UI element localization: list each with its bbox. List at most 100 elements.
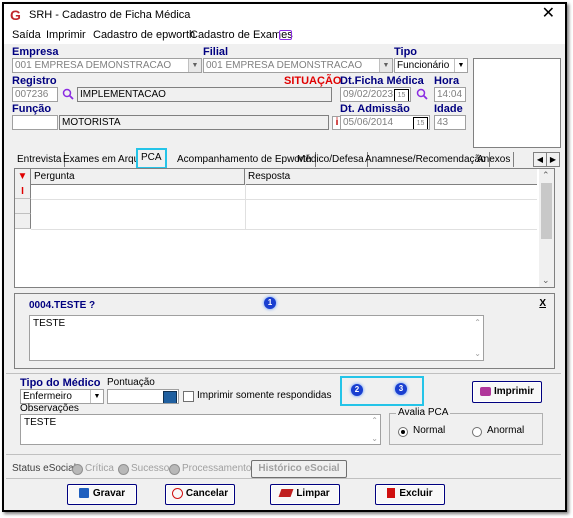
scroll-up-icon[interactable]: ⌃ xyxy=(371,416,378,425)
tab-scroll-right-icon[interactable]: ▶ xyxy=(546,152,560,167)
title-bar: G SRH - Cadastro de Ficha Médica ✕ xyxy=(4,4,565,26)
menu-imprimir[interactable]: Imprimir xyxy=(46,29,86,41)
calculator-icon[interactable] xyxy=(163,391,177,403)
badge-2: 2 xyxy=(351,384,363,396)
answer-memo[interactable]: TESTE ⌃ ⌄ xyxy=(29,315,484,361)
pontuacao-field[interactable] xyxy=(107,389,179,404)
imprimir-button[interactable]: Imprimir xyxy=(472,381,542,403)
questions-grid[interactable]: ▼ Pergunta Resposta I ⌃ ⌄ xyxy=(14,168,555,288)
scroll-up-icon[interactable]: ⌃ xyxy=(542,170,550,181)
normal-label: Normal xyxy=(413,425,446,436)
grid-row-divider xyxy=(31,229,537,230)
dt-admissao-field[interactable]: 05/06/2014 15 xyxy=(340,115,430,130)
limpar-button[interactable]: Limpar xyxy=(270,484,340,505)
empresa-select[interactable]: 001 EMPRESA DEMONSTRACAO ▼ xyxy=(12,58,202,73)
tab-anexos[interactable]: Anexos xyxy=(474,152,515,167)
menu-cadastro-exames[interactable]: Cadastro de Exames xyxy=(190,29,293,41)
grid-scrollbar[interactable]: ⌃ ⌄ xyxy=(539,169,554,287)
divider xyxy=(6,373,561,374)
excluir-button[interactable]: Excluir xyxy=(375,484,445,505)
funcao-field[interactable]: MOTORISTA xyxy=(59,115,329,130)
badge-1: 1 xyxy=(264,297,276,309)
critica-label: Crítica xyxy=(85,463,114,474)
tipo-medico-select[interactable]: Enfermeiro ▼ xyxy=(20,389,104,404)
tab-pca[interactable]: PCA xyxy=(136,148,167,169)
cancel-icon xyxy=(171,487,183,499)
close-panel-button[interactable]: X xyxy=(539,298,546,309)
save-icon xyxy=(78,488,89,499)
close-window-button[interactable]: ✕ xyxy=(542,6,555,22)
tab-medico-defesa[interactable]: Médico/Defesa xyxy=(294,152,368,167)
question-panel: 0004.TESTE ? X TESTE ⌃ ⌄ xyxy=(14,293,555,369)
tipo-select[interactable]: Funcionário ▼ xyxy=(394,58,468,73)
menu-bar: Saída Imprimir Cadastro de epworth Cadas… xyxy=(4,26,565,44)
anormal-radio[interactable] xyxy=(472,427,482,437)
sucesso-label: Sucesso xyxy=(131,463,170,474)
imprimir-respondidas-label: Imprimir somente respondidas xyxy=(197,390,332,401)
grid-row-divider xyxy=(31,199,537,200)
registro-label: Registro xyxy=(12,75,57,87)
app-logo-icon: G xyxy=(10,7,21,23)
anormal-label: Anormal xyxy=(487,425,525,436)
calendar-icon[interactable]: 15 xyxy=(413,117,428,129)
pontuacao-label: Pontuação xyxy=(107,377,155,388)
processamento-radio xyxy=(169,464,180,475)
chevron-down-icon[interactable]: ▼ xyxy=(188,59,201,72)
filial-label: Filial xyxy=(203,46,229,58)
tab-anamnese[interactable]: Anamnese/Recomendação xyxy=(362,152,490,167)
registro-field[interactable]: 007236 xyxy=(12,87,58,102)
tab-bar: Entrevista Exames em Arquivo PCA Acompan… xyxy=(14,148,560,169)
menu-cadastro-epworth[interactable]: Cadastro de epworth xyxy=(93,29,195,41)
sucesso-radio xyxy=(118,464,129,475)
col-resposta[interactable]: Resposta xyxy=(245,169,537,184)
eraser-icon xyxy=(278,489,294,498)
status-esocial-bar: Status eSocial: Crítica Sucesso Processa… xyxy=(4,459,565,479)
grid-col-divider xyxy=(245,184,246,229)
hora-field[interactable]: 14:04 xyxy=(434,87,466,102)
tipo-medico-label: Tipo do Médico xyxy=(20,377,101,389)
idade-field[interactable]: 43 xyxy=(434,115,466,130)
hora-label: Hora xyxy=(434,75,460,87)
search-icon[interactable] xyxy=(62,88,74,100)
printer-icon xyxy=(479,386,491,396)
funcao-code-field[interactable] xyxy=(12,115,58,130)
scroll-up-icon[interactable]: ⌃ xyxy=(474,318,481,327)
processamento-label: Processamento xyxy=(182,463,252,474)
funcao-label: Função xyxy=(12,103,52,115)
critica-radio xyxy=(72,464,83,475)
filial-select[interactable]: 001 EMPRESA DEMONSTRACAO ▼ xyxy=(203,58,393,73)
chat-icon[interactable] xyxy=(279,30,292,40)
scroll-thumb[interactable] xyxy=(541,183,552,239)
tab-entrevista[interactable]: Entrevista xyxy=(14,152,66,167)
normal-radio[interactable] xyxy=(398,427,408,437)
chevron-down-icon[interactable]: ▼ xyxy=(90,390,103,403)
trash-icon xyxy=(387,488,396,499)
main-window: G SRH - Cadastro de Ficha Médica ✕ Saída… xyxy=(2,2,567,512)
calendar-icon[interactable]: 15 xyxy=(394,89,409,101)
gravar-button[interactable]: Gravar xyxy=(67,484,137,505)
question-title: 0004.TESTE ? xyxy=(29,300,96,311)
nome-field[interactable]: IMPLEMENTACAO xyxy=(77,87,332,102)
sort-arrow-icon[interactable]: ▼ xyxy=(15,169,31,184)
observacoes-memo[interactable]: TESTE ⌃ ⌄ xyxy=(20,414,381,445)
dt-ficha-field[interactable]: 09/02/2023 15 xyxy=(340,87,411,102)
col-pergunta[interactable]: Pergunta xyxy=(31,169,245,184)
search-icon[interactable] xyxy=(416,88,428,100)
chevron-down-icon[interactable]: ▼ xyxy=(379,59,392,72)
historico-esocial-button[interactable]: Histórico eSocial xyxy=(251,460,347,478)
divider xyxy=(6,478,561,479)
observacoes-label: Observações xyxy=(20,403,79,414)
status-esocial-label: Status eSocial: xyxy=(12,463,79,474)
scroll-down-icon[interactable]: ⌄ xyxy=(474,349,481,358)
cancelar-button[interactable]: Cancelar xyxy=(165,484,235,505)
scroll-down-icon[interactable]: ⌄ xyxy=(371,434,378,443)
row-indicator-icon: I xyxy=(15,184,31,199)
scroll-down-icon[interactable]: ⌄ xyxy=(542,275,550,286)
chevron-down-icon[interactable]: ▼ xyxy=(454,59,467,72)
window-title: SRH - Cadastro de Ficha Médica xyxy=(29,9,191,21)
imprimir-respondidas-checkbox[interactable] xyxy=(183,391,194,402)
menu-saida[interactable]: Saída xyxy=(12,29,41,41)
dt-admissao-label: Dt. Admissão xyxy=(340,103,410,115)
avalia-pca-label: Avalia PCA xyxy=(396,407,451,418)
tab-scroll-left-icon[interactable]: ◀ xyxy=(533,152,547,167)
